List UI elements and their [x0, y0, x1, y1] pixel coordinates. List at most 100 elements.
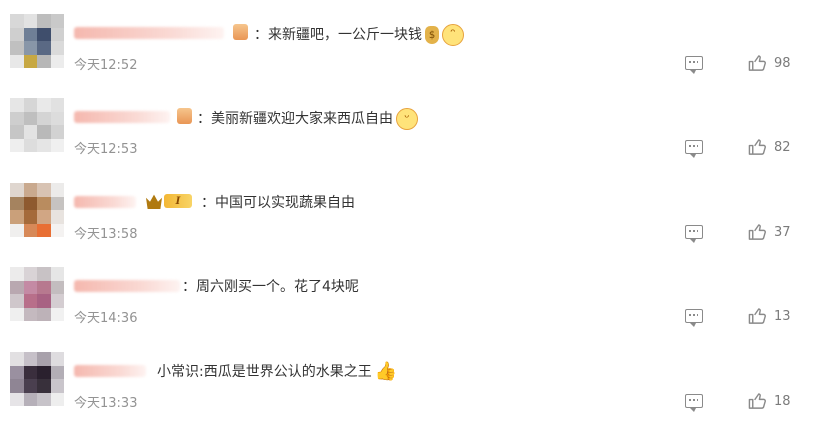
comment-time: 今天13:33 — [74, 396, 138, 411]
like-count: 82 — [774, 139, 791, 155]
comment-text-row: ：来新疆吧，一公斤一块钱 $ ᵔ — [254, 24, 464, 46]
avatar-mosaic-cell — [37, 196, 51, 210]
avatar-mosaic-cell — [50, 138, 64, 152]
avatar-mosaic-cell — [10, 27, 24, 41]
avatar-mosaic-cell — [37, 392, 51, 406]
crown-icon — [146, 194, 162, 209]
avatar-mosaic-cell — [50, 196, 64, 210]
avatar-mosaic-cell — [10, 267, 24, 281]
avatar-mosaic-cell — [23, 41, 37, 55]
avatar-mosaic-cell — [10, 41, 24, 55]
avatar-mosaic-cell — [23, 183, 37, 197]
avatar-mosaic-cell — [37, 54, 51, 68]
comment-text-row: ：中国可以实现蔬果自由 — [201, 193, 355, 213]
avatar-mosaic-cell — [23, 379, 37, 393]
thumbs-up-icon — [748, 224, 766, 240]
avatar-mosaic-cell — [50, 183, 64, 197]
avatar[interactable] — [10, 267, 64, 321]
comment-text-row: ：美丽新疆欢迎大家来西瓜自由 ᵕ — [197, 108, 418, 130]
avatar-mosaic-cell — [10, 352, 24, 366]
comment-list: ：来新疆吧，一公斤一块钱 $ ᵔ 今天12:52 98 ：美丽新疆欢迎大家来西瓜… — [0, 0, 831, 431]
avatar-mosaic-cell — [10, 111, 24, 125]
comment-item: ：周六刚买一个。花了4块呢 今天14:36 13 — [0, 253, 831, 337]
comment-text-row: 小常识:西瓜是世界公认的水果之王 👍 — [157, 362, 397, 382]
avatar-mosaic-cell — [37, 125, 51, 139]
comment-time: 今天12:52 — [74, 58, 138, 73]
avatar-mosaic-cell — [23, 125, 37, 139]
comment-time: 今天14:36 — [74, 311, 138, 326]
comment-text: ：周六刚买一个。花了4块呢 — [182, 279, 359, 295]
username-blurred[interactable] — [74, 111, 170, 123]
reply-icon[interactable] — [685, 309, 703, 327]
avatar-mosaic-cell — [23, 98, 37, 112]
comment-item: ：来新疆吧，一公斤一块钱 $ ᵔ 今天12:52 98 — [0, 0, 831, 84]
avatar-mosaic-cell — [23, 307, 37, 321]
avatar-mosaic-cell — [50, 14, 64, 28]
reply-icon[interactable] — [685, 225, 703, 243]
avatar-mosaic-cell — [10, 365, 24, 379]
avatar-mosaic-cell — [23, 267, 37, 281]
avatar-mosaic-cell — [23, 210, 37, 224]
avatar-mosaic-cell — [50, 294, 64, 308]
like-button[interactable]: 82 — [748, 138, 791, 156]
like-button[interactable]: 18 — [748, 392, 791, 410]
like-count: 37 — [774, 224, 791, 240]
username-blurred[interactable] — [74, 27, 224, 39]
username-blurred[interactable] — [74, 196, 136, 208]
avatar-mosaic-cell — [23, 196, 37, 210]
avatar-mosaic-cell — [23, 27, 37, 41]
avatar-mosaic-cell — [37, 223, 51, 237]
like-button[interactable]: 13 — [748, 307, 791, 325]
avatar-mosaic-cell — [10, 210, 24, 224]
like-button[interactable]: 37 — [748, 223, 791, 241]
avatar-mosaic-cell — [50, 223, 64, 237]
avatar-mosaic-cell — [10, 183, 24, 197]
fan-badge-icon — [233, 24, 248, 40]
comment-item: ：美丽新疆欢迎大家来西瓜自由 ᵕ 今天12:53 82 — [0, 84, 831, 168]
avatar-mosaic-cell — [10, 379, 24, 393]
avatar-mosaic-cell — [37, 307, 51, 321]
smile-emoji-icon: ᵕ — [396, 108, 418, 130]
avatar[interactable] — [10, 352, 64, 406]
avatar[interactable] — [10, 98, 64, 152]
avatar-mosaic-cell — [10, 125, 24, 139]
avatar-mosaic-cell — [23, 365, 37, 379]
comment-text: ：中国可以实现蔬果自由 — [201, 195, 355, 211]
avatar-mosaic-cell — [10, 14, 24, 28]
comment-text: 小常识:西瓜是世界公认的水果之王 — [157, 364, 372, 380]
username-blurred[interactable] — [74, 280, 180, 292]
like-button[interactable]: 98 — [748, 54, 791, 72]
avatar-mosaic-cell — [10, 294, 24, 308]
avatar-mosaic-cell — [37, 352, 51, 366]
avatar-mosaic-cell — [37, 138, 51, 152]
avatar-mosaic-cell — [37, 183, 51, 197]
reply-icon[interactable] — [685, 140, 703, 158]
avatar-mosaic-cell — [37, 365, 51, 379]
avatar-mosaic-cell — [50, 267, 64, 281]
avatar-mosaic-cell — [10, 223, 24, 237]
avatar[interactable] — [10, 14, 64, 68]
avatar-mosaic-cell — [37, 294, 51, 308]
comment-time: 今天13:58 — [74, 227, 138, 242]
username-blurred[interactable] — [74, 365, 146, 377]
avatar-mosaic-cell — [10, 392, 24, 406]
avatar-mosaic-cell — [50, 210, 64, 224]
avatar-mosaic-cell — [50, 125, 64, 139]
level-badge: I — [146, 192, 194, 210]
avatar-mosaic-cell — [23, 14, 37, 28]
like-count: 98 — [774, 55, 791, 71]
reply-icon[interactable] — [685, 56, 703, 74]
avatar-mosaic-cell — [10, 307, 24, 321]
avatar[interactable] — [10, 183, 64, 237]
avatar-mosaic-cell — [37, 41, 51, 55]
comment-text-row: ：周六刚买一个。花了4块呢 — [182, 277, 359, 297]
reply-icon[interactable] — [685, 394, 703, 412]
fan-badge-icon — [177, 108, 192, 124]
grin-emoji-icon: ᵔ — [442, 24, 464, 46]
avatar-mosaic-cell — [50, 392, 64, 406]
avatar-mosaic-cell — [37, 27, 51, 41]
avatar-mosaic-cell — [50, 307, 64, 321]
avatar-mosaic-cell — [50, 54, 64, 68]
avatar-mosaic-cell — [50, 280, 64, 294]
thumbs-up-icon — [748, 393, 766, 409]
